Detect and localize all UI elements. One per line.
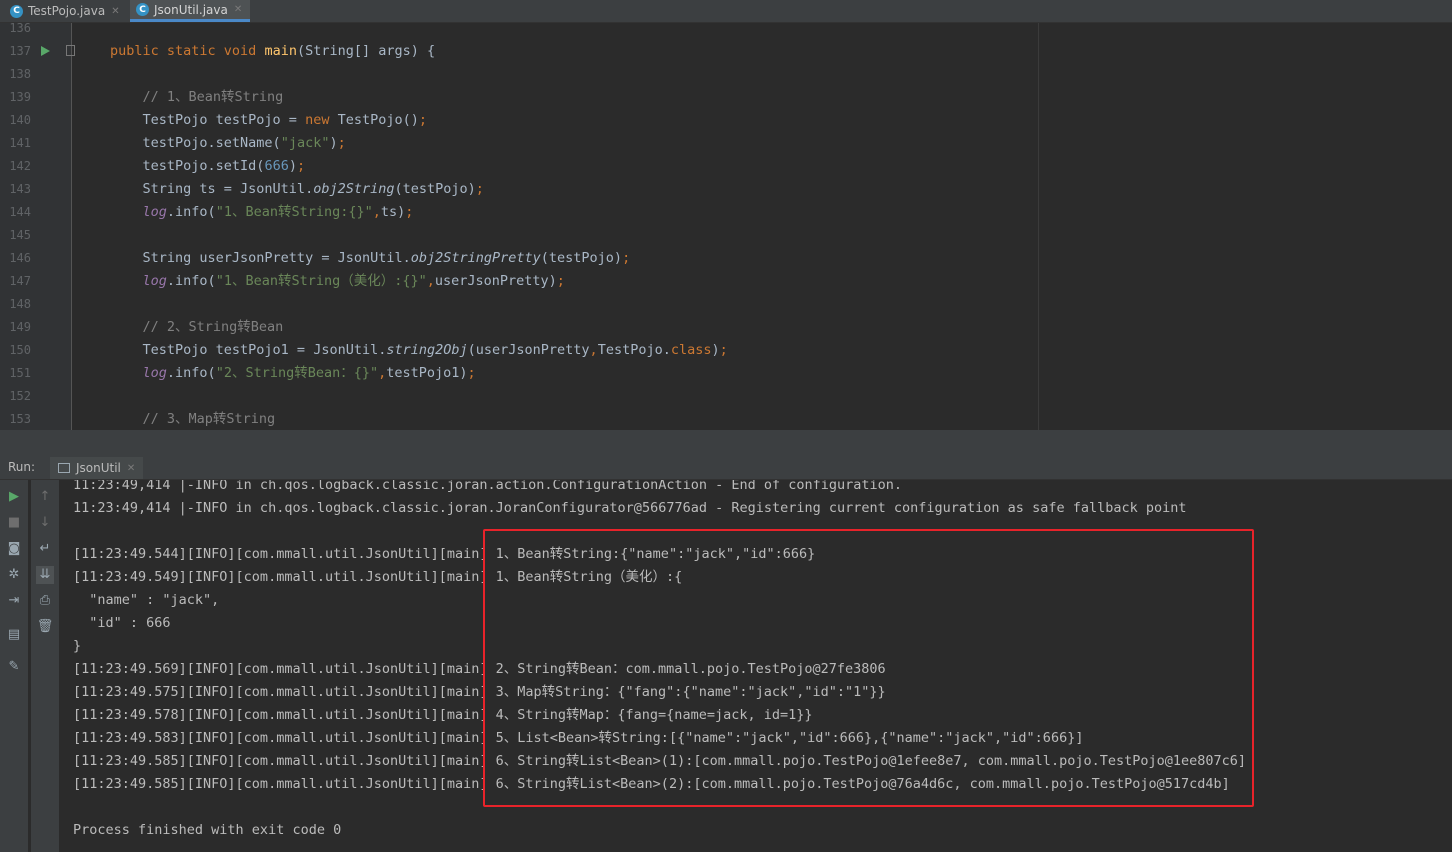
console-line: "name" : "jack",: [73, 592, 220, 608]
up-arrow-icon[interactable]: ↑: [36, 488, 54, 506]
close-icon[interactable]: ✕: [127, 463, 135, 474]
code-text: // 3、Map转String: [142, 411, 276, 427]
line-number: 144: [9, 205, 31, 219]
code-line: 149 // 2、String转Bean: [0, 316, 1452, 339]
code-line: 152: [0, 385, 1452, 408]
run-tab-label: JsonUtil: [76, 461, 121, 475]
code-editor[interactable]: 136 137 public static void main(String[] a…: [0, 23, 1452, 430]
line-number: 148: [9, 297, 31, 311]
close-icon[interactable]: ✕: [111, 6, 119, 17]
console-line: }: [73, 638, 82, 654]
line-number: 146: [9, 251, 31, 265]
line-number: 139: [9, 90, 31, 104]
code-line: 138: [0, 63, 1452, 86]
layout-icon[interactable]: ▤: [5, 626, 23, 644]
line-number: 147: [9, 274, 31, 288]
console-line: "id" : 666: [73, 615, 171, 631]
code-text: String ts = JsonUtil.obj2String(testPojo…: [110, 181, 484, 197]
run-gutter-icon[interactable]: [41, 46, 50, 56]
stop-icon[interactable]: ■: [5, 514, 23, 532]
pin-icon[interactable]: ✎: [5, 658, 23, 676]
camera-icon[interactable]: ◙: [5, 540, 23, 558]
code-line: 141 testPojo.setName("jack");: [0, 132, 1452, 155]
code-line: 147 log.info("1、Bean转String（美化）:{}",user…: [0, 270, 1452, 293]
line-number: 152: [9, 389, 31, 403]
console-line: 11:23:49,414 |-INFO in ch.qos.logback.cl…: [73, 500, 1187, 516]
panel-divider[interactable]: [0, 430, 1452, 457]
code-line: 139 // 1、Bean转String: [0, 86, 1452, 109]
code-text: testPojo.setId(666);: [110, 158, 306, 174]
run-label: Run:: [8, 460, 36, 474]
code-line: 148: [0, 293, 1452, 316]
debug-icon[interactable]: ✲: [5, 566, 23, 584]
line-number: 141: [9, 136, 31, 150]
code-line: 153 // 3、Map转String: [0, 408, 1452, 430]
class-icon: C: [136, 3, 149, 16]
tab-testpojo[interactable]: C TestPojo.java ✕: [4, 0, 126, 22]
code-line: 136: [0, 23, 1452, 40]
editor-tab-bar: C TestPojo.java ✕ C JsonUtil.java ✕: [0, 0, 1452, 23]
tab-label: JsonUtil.java: [154, 2, 228, 17]
line-number: 140: [9, 113, 31, 127]
console-line: Process finished with exit code 0: [73, 822, 342, 838]
code-line: 146 String userJsonPretty = JsonUtil.obj…: [0, 247, 1452, 270]
code-text: TestPojo testPojo = new TestPojo();: [110, 112, 428, 128]
print-icon[interactable]: ⎙: [36, 592, 54, 610]
line-number: 145: [9, 228, 31, 242]
console-line: 11:23:49,414 |-INFO in ch.qos.logback.cl…: [73, 480, 903, 493]
console-icon: [58, 463, 70, 473]
code-line: 150 TestPojo testPojo1 = JsonUtil.string…: [0, 339, 1452, 362]
run-tab-jsonutil[interactable]: JsonUtil ✕: [50, 457, 144, 479]
rerun-icon[interactable]: ▶: [5, 488, 23, 506]
code-line: 137 public static void main(String[] args…: [0, 40, 1452, 63]
code-line: 145: [0, 224, 1452, 247]
line-number: 149: [9, 320, 31, 334]
code-line: 143 String ts = JsonUtil.obj2String(test…: [0, 178, 1452, 201]
exit-icon[interactable]: ⇥: [5, 592, 23, 610]
code-text: log.info("1、Bean转String（美化）:{}",userJson…: [142, 273, 565, 289]
run-panel-header: Run: JsonUtil ✕: [0, 457, 1452, 480]
line-number: 138: [9, 67, 31, 81]
code-text: TestPojo testPojo1 = JsonUtil.string2Obj…: [110, 342, 728, 358]
code-text: log.info("1、Bean转String:{}",ts);: [142, 204, 414, 220]
code-text: testPojo.setName("jack");: [110, 135, 346, 151]
down-arrow-icon[interactable]: ↓: [36, 514, 54, 532]
line-number: 142: [9, 159, 31, 173]
soft-wrap-icon[interactable]: ↵: [36, 540, 54, 558]
code-line: 140 TestPojo testPojo = new TestPojo();: [0, 109, 1452, 132]
code-text: // 2、String转Bean: [142, 319, 284, 335]
line-number: 153: [9, 412, 31, 426]
scroll-to-end-icon[interactable]: ⇊: [36, 566, 54, 584]
run-toolbar-secondary: ↑ ↓ ↵ ⇊ ⎙ 🗑: [31, 480, 59, 852]
close-icon[interactable]: ✕: [234, 4, 242, 15]
code-line: 151 log.info("2、String转Bean：{}",testPojo…: [0, 362, 1452, 385]
trash-icon[interactable]: 🗑: [36, 618, 54, 636]
line-number: 151: [9, 366, 31, 380]
tab-label: TestPojo.java: [28, 4, 106, 18]
line-number: 150: [9, 343, 31, 357]
code-text: log.info("2、String转Bean：{}",testPojo1);: [142, 365, 476, 381]
code-text: String userJsonPretty = JsonUtil.obj2Str…: [110, 250, 631, 266]
line-number: 137: [9, 44, 31, 58]
line-number: 143: [9, 182, 31, 196]
code-text: public static void main(String[] args) {: [110, 43, 436, 59]
code-line: 142 testPojo.setId(666);: [0, 155, 1452, 178]
highlight-box: [483, 529, 1254, 807]
code-text: // 1、Bean转String: [142, 89, 284, 105]
code-line: 144 log.info("1、Bean转String:{}",ts);: [0, 201, 1452, 224]
run-toolbar-primary: ▶ ■ ◙ ✲ ⇥ ▤ ✎: [0, 480, 28, 852]
line-number: 136: [9, 23, 31, 35]
fold-icon[interactable]: [66, 45, 75, 56]
tab-jsonutil[interactable]: C JsonUtil.java ✕: [130, 0, 250, 22]
class-icon: C: [10, 4, 23, 18]
